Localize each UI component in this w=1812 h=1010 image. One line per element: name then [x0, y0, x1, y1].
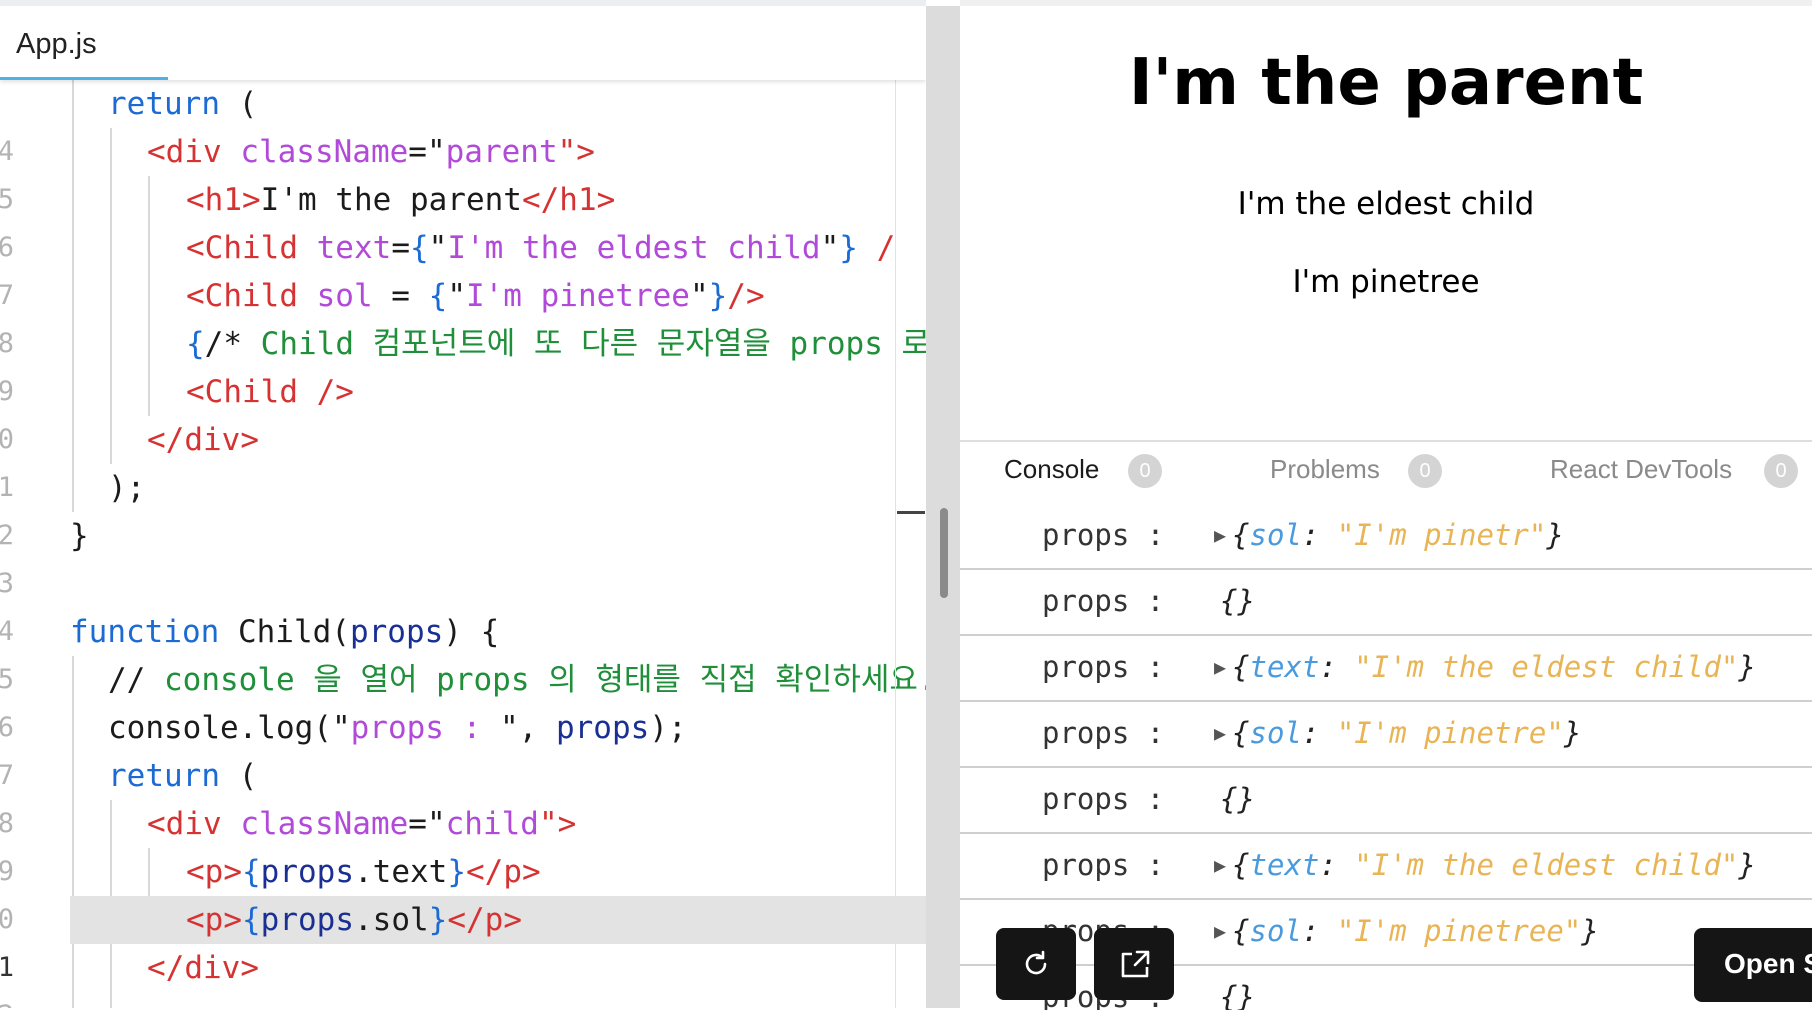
pane-splitter[interactable]	[926, 6, 960, 1008]
console-row[interactable]: props : {}	[960, 768, 1812, 834]
log-object[interactable]: ▶ {sol: "I'm pinetr"}	[1214, 518, 1564, 552]
code-line[interactable]: 7 <Child text={"I'm the eldest child"} /	[0, 224, 926, 311]
log-object[interactable]: {}	[1214, 584, 1255, 618]
log-label: props :	[1042, 782, 1165, 816]
preview-heading: I'm the parent	[1128, 46, 1644, 120]
log-label: props :	[1042, 518, 1165, 552]
file-tab-app-js[interactable]: App.js	[0, 6, 168, 80]
code-line[interactable]: 9 {/* Child 컴포넌트에 또 다른 문자열을 props 로	[0, 320, 926, 407]
code-line[interactable]: 2 </div>	[0, 944, 926, 1008]
refresh-icon	[1025, 950, 1047, 975]
expand-arrow-icon: ▶	[1214, 721, 1227, 745]
log-object[interactable]: ▶ {sol: "I'm pinetree"}	[1214, 914, 1599, 948]
log-object[interactable]: {}	[1214, 782, 1255, 816]
refresh-button[interactable]	[996, 928, 1076, 1000]
count-badge: 0	[1128, 454, 1162, 488]
expand-arrow-icon: ▶	[1214, 655, 1227, 679]
console-row[interactable]: props : {}	[960, 966, 1812, 1010]
open-new-window-button[interactable]	[1094, 928, 1174, 1000]
code-line[interactable]: 8 return (	[0, 752, 926, 839]
log-label: props :	[1042, 584, 1165, 618]
console-row[interactable]: props : ▶ {text: "I'm the eldest child"}	[960, 834, 1812, 900]
splitter-handle[interactable]	[940, 508, 948, 598]
open-new-window-icon	[1121, 950, 1150, 978]
code-line[interactable]: 2 );	[0, 464, 926, 551]
code-line[interactable]: 6 // console 을 열어 props 의 형태를 직접 확인하세요.	[0, 656, 926, 743]
open-sandbox-button[interactable]: Open Sandbox	[1694, 928, 1812, 1002]
expand-arrow-icon: ▶	[1214, 523, 1227, 547]
code-line[interactable]: 8 <Child sol = {"I'm pinetree"}/>	[0, 272, 926, 359]
log-object[interactable]: ▶ {sol: "I'm pinetre"}	[1214, 716, 1581, 750]
console-row[interactable]: props : {}	[960, 570, 1812, 636]
overview-ruler-marker	[897, 511, 925, 514]
console-panel: Console 0 Problems 0 React DevTools 0 pr…	[960, 440, 1812, 1010]
code-line[interactable]: 1 </div>	[0, 416, 926, 503]
tab-label: React DevTools	[1550, 454, 1733, 484]
code-line-active[interactable]: 1 <p>{props.sol}</p>	[0, 896, 926, 983]
code-line[interactable]: 9 <div className="child">	[0, 800, 926, 887]
count-badge: 0	[1764, 454, 1798, 488]
tab-react-devtools[interactable]: React DevTools 0	[1550, 442, 1812, 500]
line-number: 0	[0, 904, 14, 935]
code-line[interactable]: 3 }	[0, 512, 926, 599]
tab-console[interactable]: Console 0	[1004, 442, 1174, 500]
code-line[interactable]: 7 console.log("props : ", props);	[0, 704, 926, 791]
log-label: props :	[1042, 650, 1165, 684]
console-row[interactable]: props : ▶ {sol: "I'm pinetre"}	[960, 702, 1812, 768]
preview-child-text: I'm pinetree	[1292, 264, 1480, 300]
overview-ruler	[895, 80, 896, 1008]
tab-problems[interactable]: Problems 0	[1270, 442, 1470, 500]
log-object[interactable]: {}	[1214, 980, 1255, 1010]
file-tab-label: App.js	[16, 28, 97, 60]
code-line[interactable]: 0 <p>{props.text}</p>	[0, 848, 926, 935]
preview-child-text: I'm the eldest child	[1237, 186, 1535, 222]
log-label: props :	[1042, 716, 1165, 750]
open-sandbox-label: Open Sandbox	[1724, 948, 1812, 979]
code-area[interactable]: 4 return ( 5 <div className="parent"> 6 …	[0, 80, 926, 1008]
tab-label: Problems	[1270, 454, 1380, 484]
console-row[interactable]: props : ▶ {text: "I'm the eldest child"}	[960, 636, 1812, 702]
expand-arrow-icon: ▶	[1214, 919, 1227, 943]
log-label: props :	[1042, 848, 1165, 882]
active-tab-indicator	[0, 77, 168, 80]
code-line[interactable]: 6 <h1>I'm the parent</h1>	[0, 176, 926, 263]
code-line[interactable]: 0 <Child />	[0, 368, 926, 455]
preview-pane: I'm the parent I'm the eldest child I'm …	[960, 0, 1812, 446]
console-row[interactable]: props : ▶{sol: "I'm pinetree"}	[960, 900, 1812, 966]
expand-arrow-icon: ▶	[1214, 853, 1227, 877]
code-line[interactable]: 4 return (	[0, 80, 926, 167]
count-badge: 0	[1408, 454, 1442, 488]
log-object[interactable]: ▶ {text: "I'm the eldest child"}	[1214, 650, 1756, 684]
log-object[interactable]: ▶ {text: "I'm the eldest child"}	[1214, 848, 1756, 882]
console-row[interactable]: props : ▶ {sol: "I'm pinetr"}	[960, 504, 1812, 570]
code-line[interactable]: 5 <div className="parent">	[0, 128, 926, 215]
code-line[interactable]: 5 function Child(props) {	[0, 608, 926, 695]
tab-label: Console	[1004, 454, 1100, 484]
code-editor[interactable]: App.js 4 return ( 5 <div className="pare…	[0, 0, 926, 1008]
code-line[interactable]: 4	[0, 560, 926, 647]
editor-tab-bar: App.js	[0, 0, 926, 80]
line-number: 2	[0, 992, 14, 1008]
